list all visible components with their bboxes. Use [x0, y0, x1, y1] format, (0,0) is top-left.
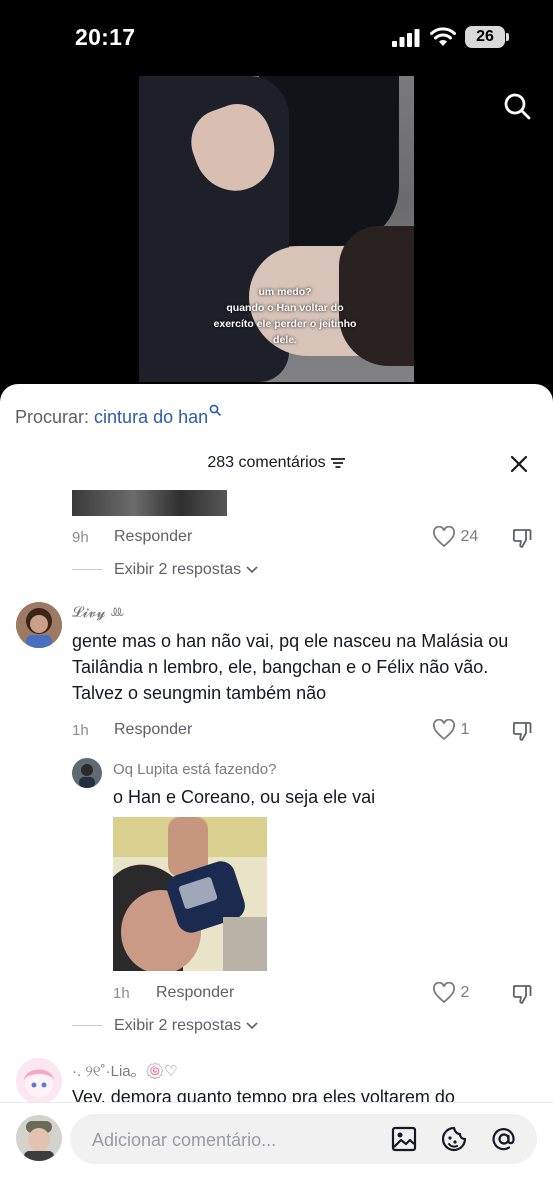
comment-count: 283 comentários [207, 454, 326, 471]
comment-input[interactable] [90, 1114, 374, 1166]
emoji-icon[interactable] [440, 1125, 468, 1153]
view-replies-label: Exibir 2 respostas [114, 561, 242, 578]
battery-tip [506, 33, 509, 41]
avatar[interactable] [16, 1058, 62, 1104]
comment-time: 9h [72, 529, 89, 546]
battery-indicator: 26 [465, 26, 505, 48]
comment-text: gente mas o han não vai, pq ele nasceu n… [72, 631, 509, 703]
view-replies-button[interactable]: Exibir 2 respostas [72, 1017, 258, 1035]
like-button[interactable]: 1 [432, 718, 470, 741]
view-replies-button[interactable]: Exibir 2 respostas [72, 561, 258, 579]
like-button[interactable]: 24 [432, 525, 479, 548]
reply-button[interactable]: Responder [114, 528, 192, 546]
heart-icon [432, 981, 456, 1004]
like-count: 2 [460, 984, 470, 1002]
wifi-icon [430, 27, 456, 46]
caption-line: quando o Han voltar do [226, 302, 344, 314]
status-time: 20:17 [75, 24, 136, 50]
avatar-image [16, 602, 62, 648]
sort-icon[interactable] [330, 457, 346, 469]
heart-icon [432, 525, 456, 548]
caption-line: exercíto ele perder o jeitinho [213, 318, 357, 330]
view-replies-label: Exibir 2 respostas [114, 1017, 242, 1034]
dislike-icon[interactable] [511, 527, 533, 549]
avatar[interactable] [16, 602, 62, 648]
avatar-image [16, 1058, 62, 1104]
video-caption: um medo? quando o Han voltar do exercíto… [205, 284, 365, 348]
comment-count-header[interactable]: 283 comentários [0, 454, 553, 472]
search-small-icon [209, 404, 221, 416]
like-button[interactable]: 2 [432, 981, 470, 1004]
caption-line: dele. [273, 334, 297, 346]
reply-username[interactable]: Oq Lupita está fazendo? [113, 761, 276, 778]
comment-time: 1h [72, 722, 89, 739]
heart-icon [432, 718, 456, 741]
user-avatar[interactable] [16, 1115, 62, 1161]
comments-sheet: Procurar: cintura do han 283 comentários… [0, 384, 553, 1200]
avatar-image [72, 758, 102, 788]
reply-button[interactable]: Responder [114, 721, 192, 739]
cellular-signal-icon [392, 29, 420, 47]
reply-image[interactable] [113, 817, 267, 971]
dislike-icon[interactable] [511, 720, 533, 742]
close-icon[interactable] [509, 454, 529, 474]
like-count: 24 [460, 528, 479, 546]
comment-image[interactable] [72, 490, 227, 516]
chevron-down-icon [246, 1022, 258, 1030]
comment-input-container[interactable] [70, 1114, 537, 1166]
status-bar: 20:17 26 [0, 0, 553, 76]
divider-line [72, 1025, 102, 1027]
reply-text: o Han e Coreano, ou seja ele vai [113, 787, 376, 807]
comment-username[interactable]: 𝓛𝓲𝓿𝔂 ꔛ [72, 604, 125, 621]
caption-line: um medo? [258, 286, 312, 298]
search-icon[interactable] [503, 92, 531, 120]
like-count: 1 [460, 721, 470, 739]
chevron-down-icon [246, 566, 258, 574]
mention-icon[interactable] [490, 1125, 518, 1153]
search-label: Procurar: [15, 407, 90, 427]
search-suggestion[interactable]: Procurar: cintura do han [15, 404, 221, 428]
comment-username[interactable]: ·. ୨୧˚·Lia。🍥♡ [72, 1060, 178, 1081]
reply-image-content [113, 817, 267, 971]
reply-button[interactable]: Responder [156, 984, 234, 1002]
avatar-image [16, 1115, 62, 1161]
reply-avatar[interactable] [72, 758, 102, 788]
reply-time: 1h [113, 985, 130, 1002]
image-icon[interactable] [390, 1125, 418, 1153]
divider-line [72, 569, 102, 571]
comment-input-bar [0, 1102, 553, 1200]
search-term-link[interactable]: cintura do han [94, 407, 208, 427]
dislike-icon[interactable] [511, 983, 533, 1005]
